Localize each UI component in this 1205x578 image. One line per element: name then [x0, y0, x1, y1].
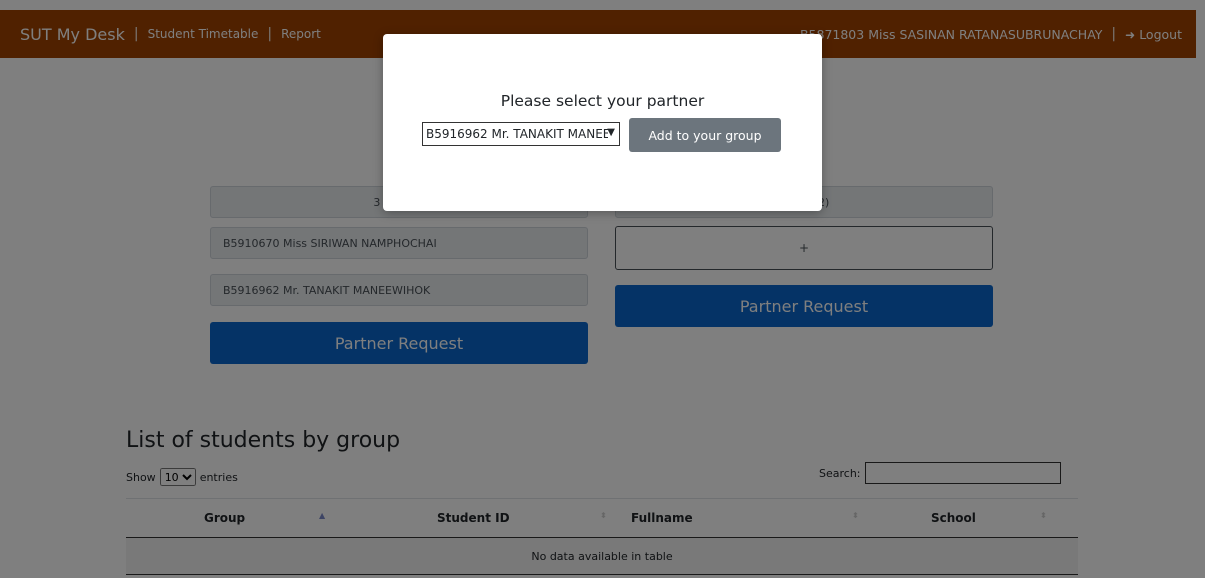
modal-title: Please select your partner — [500, 92, 705, 110]
dropdown-arrow-icon: ▼ — [607, 127, 615, 138]
partner-select-value: B5916962 Mr. TANAKIT MANEEWIHOK — [426, 127, 608, 141]
add-to-group-button[interactable]: Add to your group — [629, 118, 781, 152]
select-partner-modal: Please select your partner B5916962 Mr. … — [383, 34, 822, 211]
partner-select[interactable]: B5916962 Mr. TANAKIT MANEEWIHOK ▼ — [422, 122, 620, 146]
